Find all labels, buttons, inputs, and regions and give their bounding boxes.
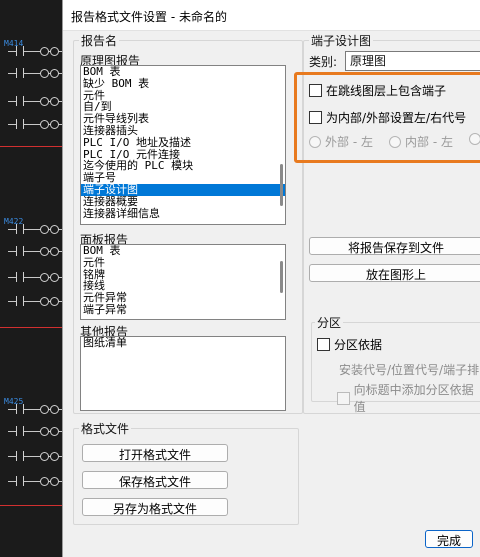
cad-contact	[8, 96, 64, 106]
category-label: 类别:	[309, 55, 338, 69]
cad-contact	[8, 246, 64, 256]
list-item[interactable]: 端子设计图	[81, 184, 285, 196]
list-item[interactable]: 图纸清单	[81, 337, 285, 349]
format-file-group-label: 格式文件	[79, 420, 132, 437]
cad-contact	[8, 272, 64, 282]
panel-report-list[interactable]: BOM 表元件 铭牌 接线 元件异常 端子异常	[80, 244, 286, 320]
cad-contact	[8, 46, 64, 56]
other-report-list[interactable]: 图纸清单	[80, 336, 286, 411]
list-item[interactable]: PLC I/O 地址及描述	[81, 136, 285, 149]
cad-red-wire	[0, 505, 64, 506]
list-item[interactable]: BOM 表	[81, 245, 285, 257]
checkbox-box	[317, 338, 330, 351]
list-item[interactable]: 铭牌	[81, 268, 285, 281]
category-combo[interactable]: 原理图	[345, 51, 480, 71]
list-scrollbar[interactable]	[280, 261, 283, 293]
done-button[interactable]: 完成	[425, 530, 473, 548]
cad-red-wire	[0, 146, 64, 147]
list-item[interactable]: 端子异常	[81, 304, 285, 316]
radio-outer-left-label: 外部 - 左	[325, 135, 373, 149]
dialog-titlebar[interactable]: 报告格式文件设置 - 未命名的	[63, 0, 480, 31]
radio-inner-left[interactable]: 内部 - 左	[389, 133, 453, 150]
cad-contact	[8, 119, 64, 129]
cad-contact	[8, 296, 64, 306]
radio-third[interactable]	[469, 133, 480, 145]
cad-contact	[8, 426, 64, 436]
add-zone-to-title-checkbox: 向标题中添加分区依据值	[337, 381, 480, 415]
checkbox-box	[309, 111, 322, 124]
zone-basis-label: 分区依据	[334, 338, 383, 352]
cad-contact	[8, 451, 64, 461]
list-item[interactable]: 缺少 BOM 表	[81, 77, 285, 90]
list-item[interactable]: 连接器插头	[81, 125, 285, 137]
radio-outer-left[interactable]: 外部 - 左	[309, 133, 373, 150]
include-jumper-label: 在跳线图层上包含端子	[326, 84, 447, 98]
zone-group-label: 分区	[315, 314, 344, 331]
add-zone-to-title-label: 向标题中添加分区依据值	[353, 383, 474, 414]
list-scrollbar[interactable]	[280, 164, 283, 206]
open-format-file-button[interactable]: 打开格式文件	[82, 444, 228, 462]
cad-contact	[8, 224, 64, 234]
save-report-to-file-button[interactable]: 将报告保存到文件	[309, 237, 480, 255]
include-jumper-checkbox[interactable]: 在跳线图层上包含端子	[309, 82, 446, 99]
list-item[interactable]: 连接器概要	[81, 195, 285, 208]
cad-drawing-background: M414 M422 M425	[0, 0, 64, 557]
checkbox-box	[309, 84, 322, 97]
set-left-right-label: 为内部/外部设置左/右代号	[326, 111, 467, 125]
dialog-title: 报告格式文件设置 - 未命名的	[71, 10, 227, 24]
place-on-drawing-button[interactable]: 放在图形上	[309, 264, 480, 282]
radio-dot	[469, 133, 480, 145]
list-item[interactable]: 连接器详细信息	[81, 207, 285, 220]
radio-dot	[389, 135, 401, 148]
radio-dot	[309, 135, 321, 148]
terminal-design-group-label: 端子设计图	[309, 32, 374, 49]
report-format-dialog: 报告格式文件设置 - 未命名的 报告名 原理图报告 BOM 表缺少 BOM 表元…	[62, 0, 480, 557]
checkbox-box	[337, 391, 350, 405]
save-format-file-button[interactable]: 保存格式文件	[82, 471, 228, 489]
report-name-group-label: 报告名	[79, 32, 120, 49]
cad-contact	[8, 476, 64, 486]
cad-red-wire	[0, 327, 64, 328]
list-item[interactable]: 元件	[81, 256, 285, 269]
save-as-format-file-button[interactable]: 另存为格式文件	[82, 498, 228, 516]
cad-contact	[8, 404, 64, 414]
cad-contact	[8, 68, 64, 78]
schematic-report-list[interactable]: BOM 表缺少 BOM 表元件 自/到 元件导线列表 连接器插头 PLC I/O 地址及…	[80, 65, 286, 225]
set-left-right-checkbox[interactable]: 为内部/外部设置左/右代号	[309, 109, 466, 126]
radio-inner-left-label: 内部 - 左	[405, 135, 453, 149]
zone-basis-value: 安装代号/位置代号/端子排	[339, 363, 480, 377]
zone-basis-checkbox[interactable]: 分区依据	[317, 336, 382, 353]
